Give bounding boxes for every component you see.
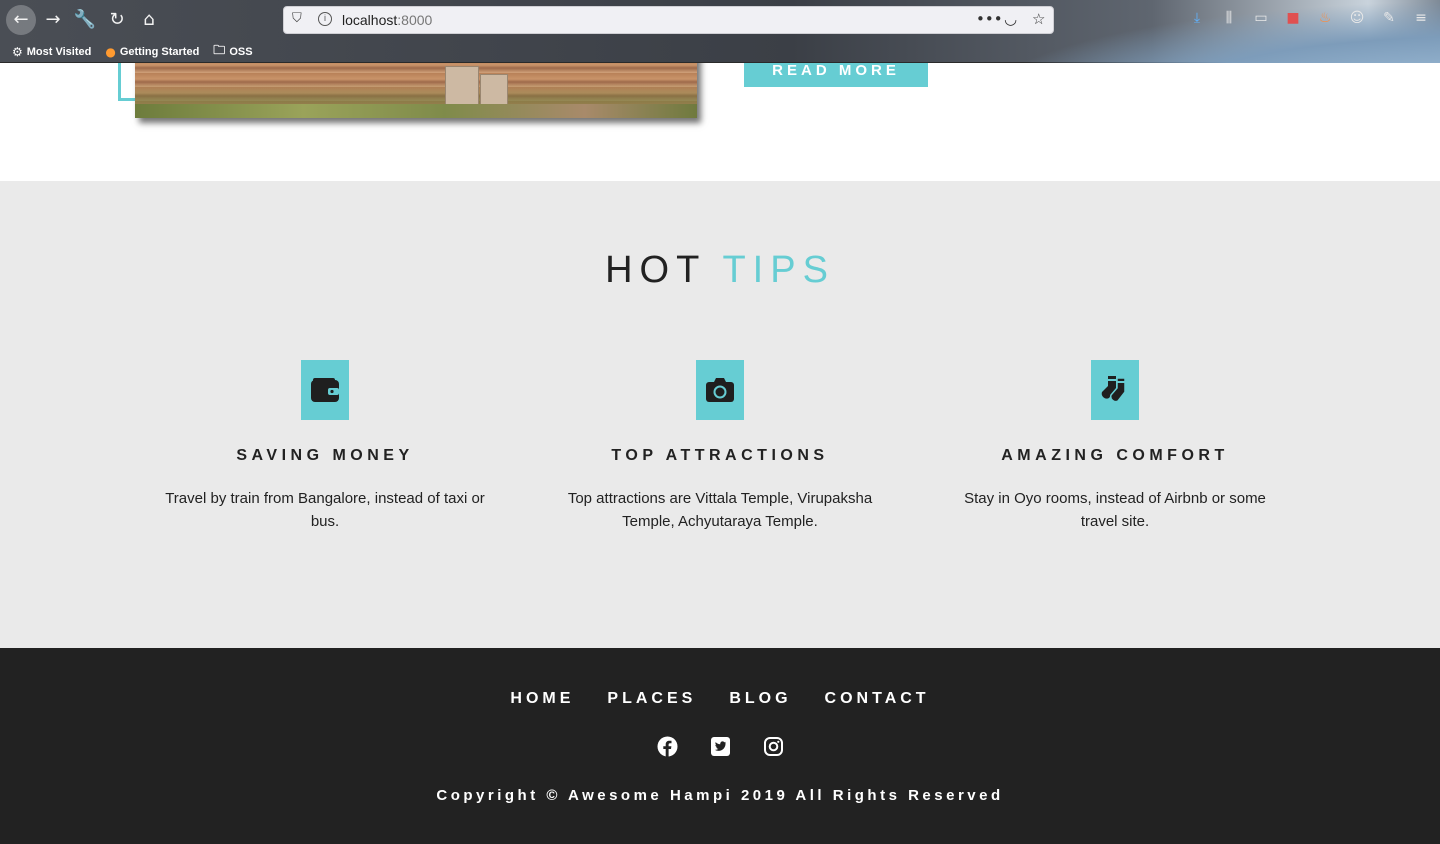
- twitter-icon[interactable]: [710, 736, 731, 757]
- title-main: HOT: [605, 249, 706, 291]
- toolbar-icons: ⤓ ⫼ ▭ ■ ♨ ☺ ✎ ≡: [1188, 9, 1430, 27]
- pocket-icon[interactable]: ◡: [1004, 10, 1017, 28]
- url-text[interactable]: localhost:8000: [342, 12, 432, 28]
- read-more-button[interactable]: READ MORE: [744, 63, 928, 87]
- bookmark-label: Most Visited: [26, 45, 92, 58]
- image-frame-accent: [118, 63, 121, 101]
- facebook-icon[interactable]: [657, 736, 678, 757]
- tip-heading: SAVING MONEY: [236, 447, 414, 464]
- reload-button[interactable]: ↻: [104, 7, 130, 33]
- site-footer: HOME PLACES BLOG CONTACT Copyright © Awe…: [0, 648, 1440, 844]
- bookmark-oss[interactable]: 🗀 OSS: [213, 41, 252, 62]
- tip-text: Stay in Oyo rooms, instead of Airbnb or …: [964, 490, 1266, 530]
- copyright-text: Copyright © Awesome Hampi 2019 All Right…: [436, 787, 1004, 804]
- footer-nav: HOME PLACES BLOG CONTACT: [0, 690, 1440, 708]
- library-icon[interactable]: ⫼: [1220, 9, 1238, 27]
- forward-button[interactable]: →: [40, 7, 66, 33]
- back-button[interactable]: ←: [6, 5, 36, 35]
- tip-heading: AMAZING COMFORT: [1001, 447, 1229, 464]
- info-icon[interactable]: i: [318, 12, 332, 26]
- menu-icon[interactable]: ≡: [1412, 9, 1430, 27]
- place-image: [135, 63, 697, 118]
- flame-icon[interactable]: ♨: [1316, 9, 1334, 27]
- bookmark-star-icon[interactable]: ☆: [1032, 10, 1045, 28]
- page-actions-icon[interactable]: •••: [976, 10, 1003, 28]
- footer-link-home[interactable]: HOME: [510, 690, 574, 708]
- footer-link-contact[interactable]: CONTACT: [825, 690, 930, 708]
- eyedropper-icon[interactable]: ✎: [1380, 9, 1398, 27]
- instagram-icon[interactable]: [763, 736, 784, 757]
- title-accent: TIPS: [722, 249, 835, 291]
- bookmark-getting-started[interactable]: ● Getting Started: [105, 41, 199, 62]
- tip-text: Top attractions are Vittala Temple, Viru…: [567, 490, 873, 530]
- hot-tips-section: HOT TIPS SAVING MONEY Travel by train fr…: [0, 181, 1440, 648]
- image-ground: [135, 104, 697, 118]
- tip-heading: TOP ATTRACTIONS: [611, 447, 829, 464]
- tip-amazing-comfort: AMAZING COMFORT Stay in Oyo rooms, inste…: [935, 360, 1295, 533]
- extension-icon[interactable]: ■: [1284, 9, 1302, 27]
- wallet-icon: [301, 360, 349, 420]
- section-title: HOT TIPS: [0, 249, 1440, 292]
- bookmark-most-visited[interactable]: ⚙ Most Visited: [12, 41, 91, 62]
- social-links: [0, 736, 1440, 757]
- place-section: READ MORE: [0, 63, 1440, 181]
- sidebar-icon[interactable]: ▭: [1252, 9, 1270, 27]
- socks-icon: [1091, 360, 1139, 420]
- folder-icon: 🗀: [213, 43, 226, 57]
- gear-icon: ⚙: [12, 44, 23, 59]
- account-icon[interactable]: ☺: [1348, 9, 1366, 27]
- tip-text: Travel by train from Bangalore, instead …: [165, 490, 485, 530]
- page-content: READ MORE HOT TIPS SAVING MONEY Travel b…: [0, 63, 1440, 844]
- tip-saving-money: SAVING MONEY Travel by train from Bangal…: [145, 360, 505, 533]
- wrench-icon[interactable]: 🔧: [72, 7, 98, 33]
- browser-toolbar: ← → 🔧 ↻ ⌂ ⛉ i localhost:8000 ••• ◡ ☆ ⚙ Mo…: [0, 0, 1440, 63]
- bookmark-label: Getting Started: [119, 45, 200, 58]
- tip-top-attractions: TOP ATTRACTIONS Top attractions are Vitt…: [540, 360, 900, 533]
- bookmarks-bar: ⚙ Most Visited ● Getting Started 🗀 OSS: [12, 41, 253, 62]
- home-button[interactable]: ⌂: [136, 7, 162, 33]
- url-host: localhost: [342, 12, 398, 28]
- url-port: :8000: [397, 12, 433, 28]
- address-bar[interactable]: ⛉ i localhost:8000 ••• ◡ ☆: [283, 6, 1054, 34]
- footer-link-places[interactable]: PLACES: [607, 690, 696, 708]
- camera-icon: [696, 360, 744, 420]
- footer-link-blog[interactable]: BLOG: [729, 690, 791, 708]
- bookmark-label: OSS: [229, 45, 253, 58]
- download-icon[interactable]: ⤓: [1188, 9, 1206, 27]
- shield-icon[interactable]: ⛉: [292, 11, 302, 26]
- firefox-icon: ●: [105, 44, 116, 59]
